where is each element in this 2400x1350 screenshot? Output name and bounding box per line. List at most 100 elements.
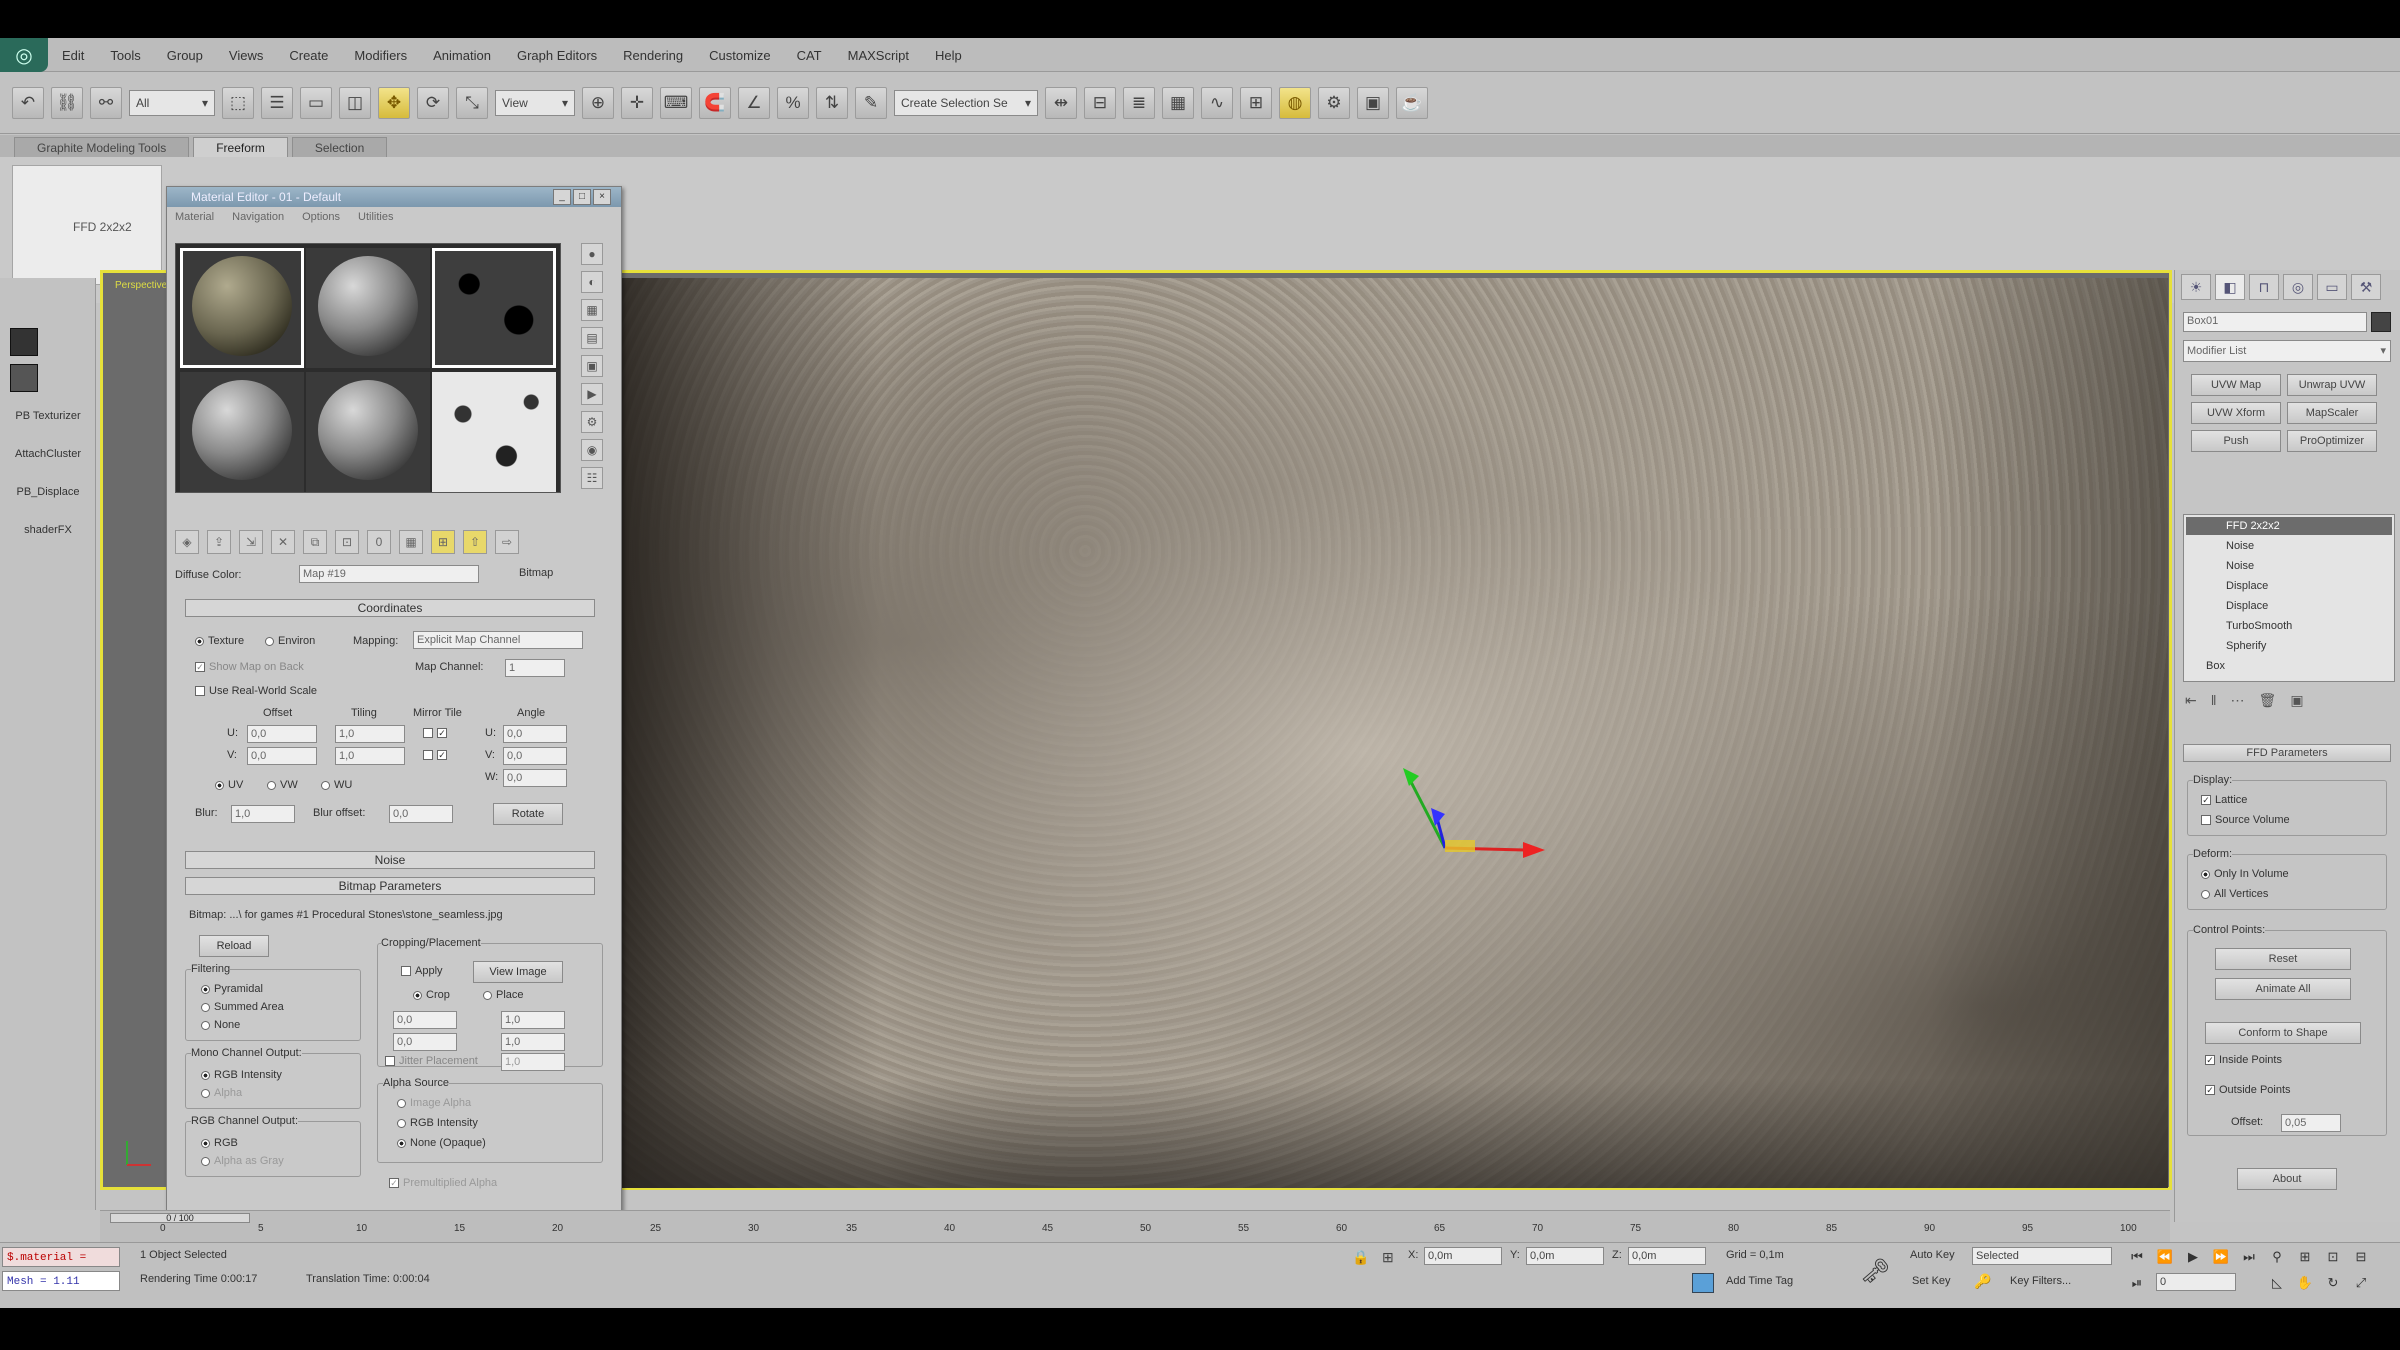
tiling-v-field[interactable]: 1,0	[335, 747, 405, 765]
image-alpha-radio[interactable]: Image Alpha	[397, 1097, 471, 1109]
timeline[interactable]: 0 / 100 0 5 10 15 20 25 30 35 40 45 50 55 60 65 70 75 80…	[100, 1210, 2170, 1242]
backlight-icon[interactable]: ◐	[581, 271, 603, 293]
blur-field[interactable]: 1,0	[231, 805, 295, 823]
percent-snap-icon[interactable]: %	[777, 86, 809, 119]
map-name-field[interactable]: Map #19	[299, 565, 479, 583]
mirror-u-check[interactable]: ✓	[423, 727, 451, 739]
only-in-volume-radio[interactable]: Only In Volume	[2201, 868, 2289, 880]
rgb-intensity2-radio[interactable]: RGB Intensity	[397, 1117, 478, 1129]
menu-animation[interactable]: Animation	[433, 48, 491, 63]
alpha-radio[interactable]: Alpha	[201, 1087, 242, 1099]
blur-offset-field[interactable]: 0,0	[389, 805, 453, 823]
rgb-radio[interactable]: RGB	[201, 1137, 238, 1149]
uv-tiling-icon[interactable]: ▤	[581, 327, 603, 349]
orbit-icon[interactable]: ↻	[2322, 1273, 2344, 1293]
go-to-parent-icon[interactable]: ⇧	[463, 530, 487, 554]
current-frame-field[interactable]: 0	[2156, 1273, 2236, 1291]
background-icon[interactable]: ▦	[581, 299, 603, 321]
crop-radio[interactable]: Crop	[413, 989, 450, 1001]
link-icon[interactable]: ⛓	[51, 86, 83, 119]
menu-maxscript[interactable]: MAXScript	[848, 48, 909, 63]
sample-slot[interactable]	[180, 372, 304, 492]
summed-area-radio[interactable]: Summed Area	[201, 1001, 284, 1013]
configure-sets-icon[interactable]: ▣	[2290, 692, 2303, 716]
outside-points-check[interactable]: ✓ Outside Points	[2205, 1084, 2291, 1096]
close-button[interactable]: ×	[593, 189, 611, 205]
make-unique-icon[interactable]: ⧉	[303, 530, 327, 554]
angle-w-field[interactable]: 0,0	[503, 769, 567, 787]
texture-radio[interactable]: Texture	[195, 635, 244, 647]
stack-item-noise[interactable]: Noise	[2186, 557, 2392, 575]
set-key-icon[interactable]: 🔑	[1974, 1273, 1991, 1290]
angle-snap-icon[interactable]: ∠	[738, 86, 770, 119]
menu-help[interactable]: Help	[935, 48, 962, 63]
keyboard-shortcut-icon[interactable]: ⌨	[660, 86, 692, 119]
plugin-icon[interactable]	[10, 364, 38, 392]
script-icon[interactable]	[10, 328, 38, 356]
set-key-button[interactable]: Set Key	[1912, 1275, 1951, 1287]
region-select-icon[interactable]: ▭	[300, 86, 332, 119]
uvw-map-button[interactable]: UVW Map	[2191, 374, 2281, 396]
left-item-pb-displace[interactable]: PB_Displace	[4, 486, 92, 498]
alpha-as-gray-radio[interactable]: Alpha as Gray	[201, 1155, 284, 1167]
crop-h-field[interactable]: 1,0	[501, 1033, 565, 1051]
angle-u-field[interactable]: 0,0	[503, 725, 567, 743]
object-name-field[interactable]: Box01	[2183, 312, 2367, 332]
spinner-snap-icon[interactable]: ⇅	[816, 86, 848, 119]
push-button[interactable]: Push	[2191, 430, 2281, 452]
key-icon[interactable]: 🗝	[1860, 1257, 1890, 1286]
view-image-button[interactable]: View Image	[473, 961, 563, 983]
mapping-dropdown[interactable]: Explicit Map Channel	[413, 631, 583, 649]
zoom-extents-all-icon[interactable]: ⊟	[2350, 1247, 2372, 1267]
window-crossing-icon[interactable]: ◫	[339, 86, 371, 119]
sample-type-icon[interactable]: ●	[581, 243, 603, 265]
angle-v-field[interactable]: 0,0	[503, 747, 567, 765]
wu-radio[interactable]: WU	[321, 779, 352, 791]
crop-v-field[interactable]: 0,0	[393, 1033, 457, 1051]
map-type-button[interactable]: Bitmap	[519, 567, 553, 579]
material-id-icon[interactable]: 0	[367, 530, 391, 554]
zoom-all-icon[interactable]: ⊞	[2294, 1247, 2316, 1267]
selection-filter-dropdown[interactable]: All ▾	[129, 89, 215, 116]
absolute-mode-icon[interactable]: ⊞	[1382, 1249, 1394, 1266]
noise-rollout[interactable]: Noise	[185, 851, 595, 869]
tab-freeform[interactable]: Freeform	[193, 137, 288, 157]
stack-item-displace[interactable]: Displace	[2186, 597, 2392, 615]
stack-item-noise[interactable]: Noise	[2186, 537, 2392, 555]
x-coordinate-field[interactable]: 0,0m	[1424, 1247, 1502, 1265]
maxscript-listener-line[interactable]: Mesh = 1.11	[2, 1271, 120, 1291]
go-forward-sibling-icon[interactable]: ⇨	[495, 530, 519, 554]
select-by-name-icon[interactable]: ☰	[261, 86, 293, 119]
minimize-button[interactable]: _	[553, 189, 571, 205]
show-map-back-check[interactable]: ✓ Show Map on Back	[195, 661, 304, 673]
render-setup-icon[interactable]: ⚙	[1318, 86, 1350, 119]
rendered-frame-icon[interactable]: ▣	[1357, 86, 1389, 119]
map-navigator-icon[interactable]: ☷	[581, 467, 603, 489]
edit-named-selection-icon[interactable]: ✎	[855, 86, 887, 119]
sample-slot[interactable]	[432, 372, 556, 492]
stack-item-box[interactable]: Box	[2186, 657, 2392, 675]
left-item-pb-texturizer[interactable]: PB Texturizer	[4, 410, 92, 422]
render-icon[interactable]: ☕	[1396, 86, 1428, 119]
menu-create[interactable]: Create	[289, 48, 328, 63]
rotate-button[interactable]: Rotate	[493, 803, 563, 825]
stack-item-turbosmooth[interactable]: TurboSmooth	[2186, 617, 2392, 635]
options-icon[interactable]: ⚙	[581, 411, 603, 433]
inside-points-check[interactable]: ✓ Inside Points	[2205, 1054, 2282, 1066]
sample-slot[interactable]	[180, 248, 304, 368]
auto-key-button[interactable]: Auto Key	[1910, 1249, 1955, 1261]
uv-radio[interactable]: UV	[215, 779, 243, 791]
menu-edit[interactable]: Edit	[62, 48, 84, 63]
maxscript-listener-line[interactable]: $.material =	[2, 1247, 120, 1267]
coordinates-rollout[interactable]: Coordinates	[185, 599, 595, 617]
reset-map-icon[interactable]: ✕	[271, 530, 295, 554]
conform-to-shape-button[interactable]: Conform to Shape	[2205, 1022, 2361, 1044]
stack-item-displace[interactable]: Displace	[2186, 577, 2392, 595]
reference-coord-dropdown[interactable]: View ▾	[495, 89, 575, 116]
hierarchy-tab-icon[interactable]: ⊓	[2249, 274, 2279, 300]
select-by-material-icon[interactable]: ◉	[581, 439, 603, 461]
about-button[interactable]: About	[2237, 1168, 2337, 1190]
map-channel-field[interactable]: 1	[505, 659, 565, 677]
get-material-icon[interactable]: ◈	[175, 530, 199, 554]
application-button[interactable]: ◎	[0, 38, 48, 72]
